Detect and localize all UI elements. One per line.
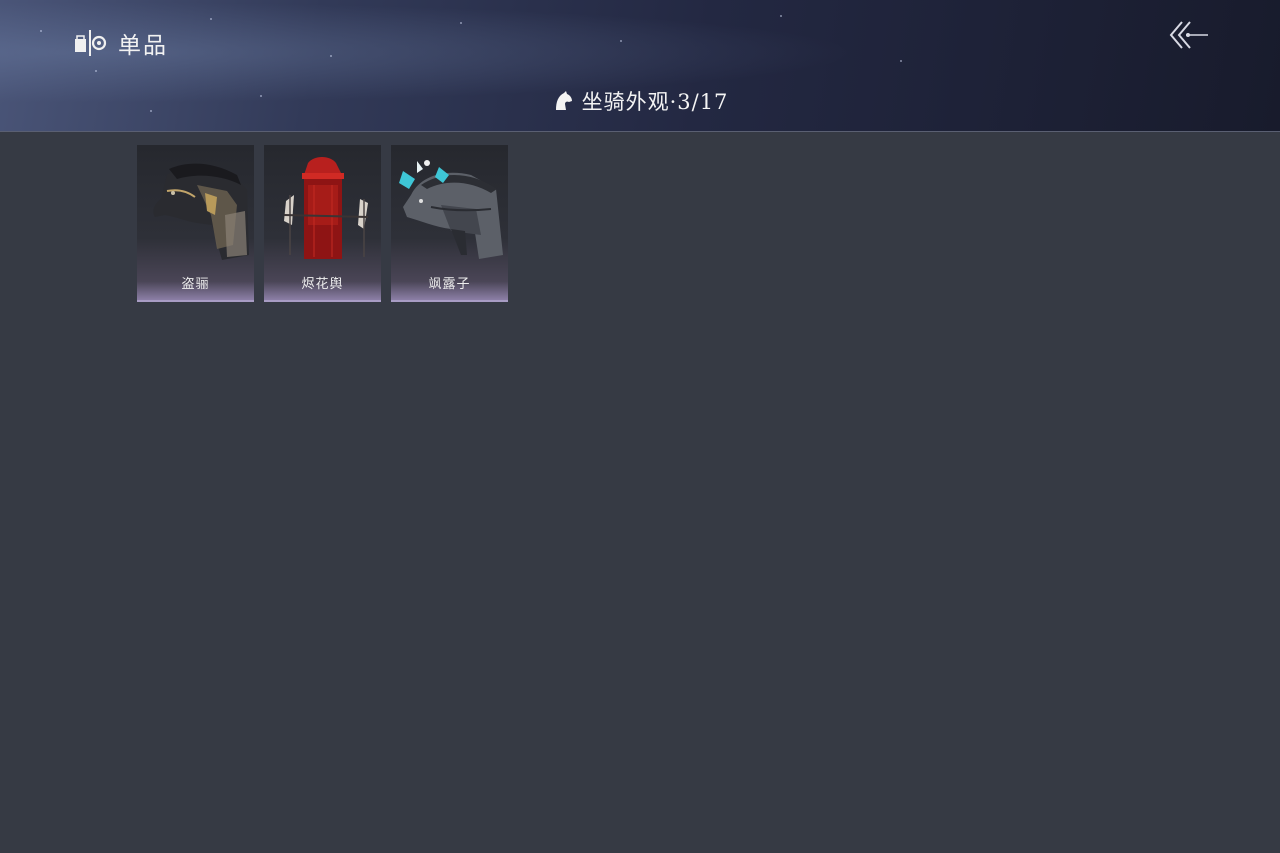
top-header: 单品 坐骑外观·3/17 (0, 0, 1280, 132)
category-header: 坐骑外观·3/17 (0, 86, 1280, 116)
page-title: 单品 (118, 33, 168, 59)
item-name: 飒露子 (428, 277, 471, 292)
item-name: 烬花舆 (301, 277, 344, 292)
back-button[interactable] (1166, 18, 1212, 52)
page-heading: 单品 (74, 26, 168, 60)
dark-armored-horse-art (153, 163, 249, 260)
grey-horse-with-flowers-art (399, 160, 503, 259)
item-name: 盗骊 (181, 277, 210, 292)
item-grid: 盗骊 烬花舆 飒露子 (137, 145, 508, 302)
item-bag-icon (75, 30, 107, 56)
red-palanquin-art (283, 157, 369, 259)
item-card[interactable]: 烬花舆 (264, 145, 381, 302)
horse-head-icon (555, 91, 572, 110)
item-card[interactable]: 盗骊 (137, 145, 254, 302)
double-chevron-left-icon (1169, 21, 1208, 49)
item-card[interactable]: 飒露子 (391, 145, 508, 302)
category-title: 坐骑外观·3/17 (581, 90, 729, 114)
